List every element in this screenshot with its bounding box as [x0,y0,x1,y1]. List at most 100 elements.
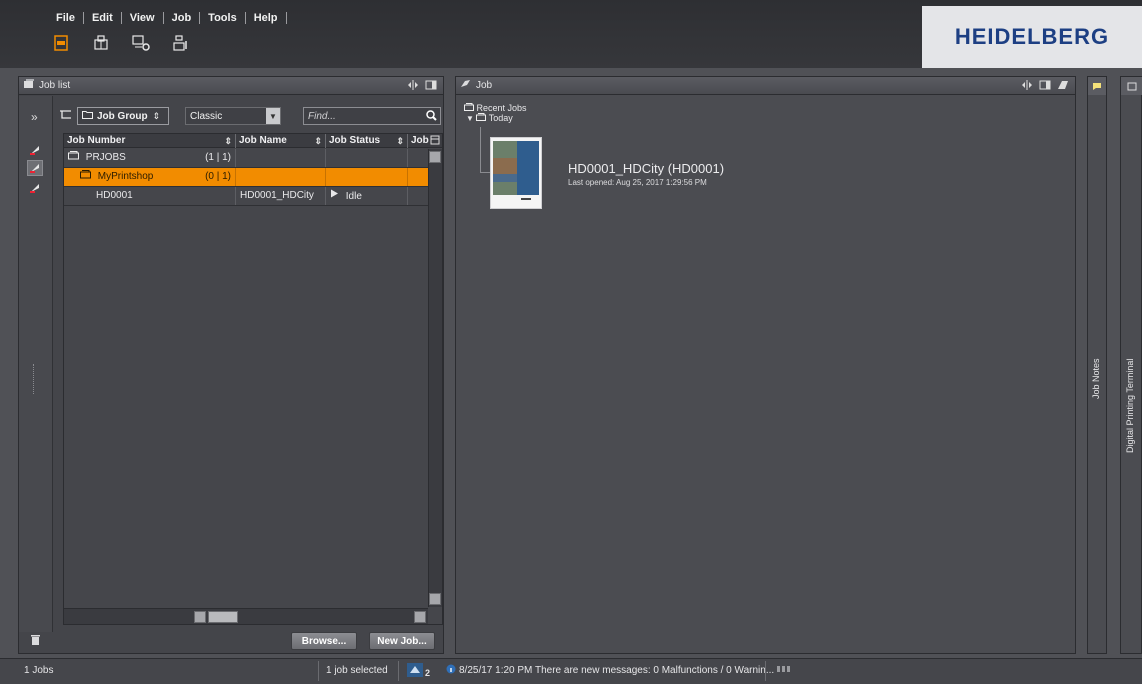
side-strip: » [19,96,53,632]
menu-job[interactable]: Job [164,12,201,24]
job-list-panel: Job list » Job Group ⇕ Classic ▼ Find...… [18,76,444,654]
table-row[interactable]: HD0001 HD0001_HDCity Idle [64,187,428,206]
view-select[interactable]: Classic ▼ [185,107,281,125]
terminal-icon[interactable] [1121,77,1142,95]
job-filter-icon-1[interactable] [27,142,43,158]
view-select-value: Classic [190,110,223,122]
expand-arrow-icon: ▼ [466,114,474,123]
scroll-thumb[interactable] [208,611,238,623]
row-job-status [326,168,408,186]
job-icon[interactable] [52,34,70,52]
menu-view[interactable]: View [122,12,164,24]
vertical-scrollbar[interactable] [428,149,442,607]
job-notes-panel[interactable]: Job Notes [1087,76,1107,654]
job-list-title: Job list [39,80,71,91]
job-icon [460,79,472,92]
computer-settings-icon[interactable] [132,34,150,52]
new-job-button[interactable]: New Job... [369,632,435,650]
job-title[interactable]: HD0001_HDCity (HD0001) [568,161,724,176]
column-chooser-icon[interactable] [430,135,440,148]
dock-icon[interactable] [1039,80,1051,93]
horizontal-scrollbar[interactable] [64,608,428,624]
top-bar: File Edit View Job Tools Help HEIDELBERG [0,0,1142,68]
row-job-name: HD0001_HDCity [236,187,326,205]
scroll-up-button[interactable] [429,151,441,163]
row-job-name [236,149,326,167]
job-thumbnail[interactable] [490,137,542,209]
play-icon [330,187,339,205]
progress-indicator [777,666,790,672]
job-notes-label: Job Notes [1091,358,1101,399]
row-job-status [326,149,408,167]
tree-view-icon[interactable] [59,109,73,124]
info-icon [446,664,456,677]
split-icon[interactable] [407,80,419,93]
scroll-right-button[interactable] [414,611,426,623]
job-list-header: Job list [19,77,443,95]
scroll-down-button[interactable] [429,593,441,605]
row-job-number: MyPrintshop [97,171,154,182]
find-input[interactable]: Find... [303,107,441,125]
menu-file[interactable]: File [48,12,84,24]
search-icon[interactable] [426,110,437,124]
browse-button[interactable]: Browse... [291,632,357,650]
workflow-icon[interactable] [172,34,190,52]
menu-edit[interactable]: Edit [84,12,122,24]
job-filter-icon-2[interactable] [27,160,43,176]
group-icon [80,170,91,182]
job-last-opened: Last opened: Aug 25, 2017 1:29:56 PM [568,178,707,187]
group-select-value: Job Group [97,110,148,122]
trash-icon[interactable] [31,634,40,649]
job-panel: Job Recent Jobs ▼ Today HD0001_HDCity (H… [455,76,1076,654]
col-job-status[interactable]: Job Status ⇕ [326,134,408,148]
job-filter-icon-3[interactable] [27,180,43,196]
brand-logo: HEIDELBERG [922,6,1142,68]
job-panel-header: Job [456,77,1075,95]
today-node[interactable]: ▼ Today [466,113,527,123]
group-icon [476,113,487,123]
row-job-status: Idle [345,190,362,202]
jobs-count: 1 Jobs [24,665,54,676]
menu-tools[interactable]: Tools [200,12,246,24]
row-job-name [236,168,326,186]
job-list-icon [23,79,35,92]
table-row[interactable]: PRJOBS (1 | 1) [64,149,428,168]
dpt-panel[interactable]: Digital Printing Terminal [1120,76,1142,654]
row-count: (1 | 1) [205,152,231,163]
status-bar: 1 Jobs 1 job selected 2 8/25/17 1:20 PM … [0,658,1142,684]
menu-help[interactable]: Help [246,12,287,24]
col-job-extra[interactable]: Job [408,134,429,148]
updown-icon: ⇕ [152,110,161,121]
filter-bar: Job Group ⇕ Classic ▼ Find... [57,107,443,127]
resize-handle[interactable] [33,364,36,394]
table-header: Job Number ⇕ Job Name ⇕ Job Status ⇕ Job [64,134,442,148]
group-icon [68,151,79,163]
app-window: File Edit View Job Tools Help HEIDELBERG [0,0,1142,684]
split-icon[interactable] [1021,80,1033,93]
expand-icon[interactable]: » [31,110,38,124]
group-icon [464,103,474,113]
folder-icon [82,110,93,122]
row-count: (0 | 1) [205,171,231,182]
col-job-number[interactable]: Job Number ⇕ [64,134,236,148]
chevron-down-icon[interactable]: ▼ [266,108,280,124]
row-job-number: HD0001 [96,190,133,201]
scroll-left-button[interactable] [194,611,206,623]
group-select[interactable]: Job Group ⇕ [77,107,169,125]
brand-name: HEIDELBERG [954,24,1110,49]
row-job-number: PRJOBS [85,152,126,163]
messages-icon[interactable] [406,661,426,682]
find-placeholder: Find... [308,110,336,122]
job-table: Job Number ⇕ Job Name ⇕ Job Status ⇕ Job PR… [63,133,443,625]
note-icon[interactable] [1088,77,1106,95]
notes-icon[interactable] [1057,80,1069,93]
selected-count: 1 job selected [326,665,388,676]
recent-jobs-node[interactable]: Recent Jobs [464,103,527,113]
recent-jobs-tree: Recent Jobs ▼ Today [464,103,527,123]
menu-bar: File Edit View Job Tools Help [48,12,287,24]
printer-icon[interactable] [92,34,110,52]
table-row-selected[interactable]: MyPrintshop (0 | 1) [64,168,428,187]
dock-icon[interactable] [425,80,437,93]
col-job-name[interactable]: Job Name ⇕ [236,134,326,148]
status-message[interactable]: 8/25/17 1:20 PM There are new messages: … [459,665,774,676]
